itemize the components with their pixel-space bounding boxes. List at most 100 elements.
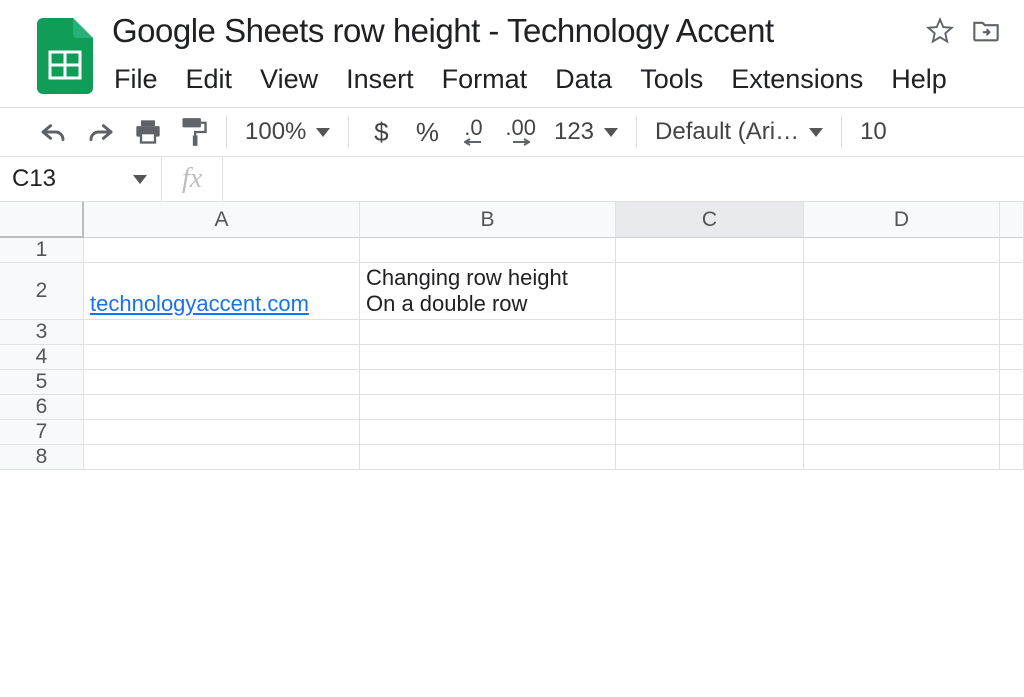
cell-c8[interactable] <box>616 445 804 470</box>
document-title[interactable]: Google Sheets row height - Technology Ac… <box>110 8 776 54</box>
cell-a8[interactable] <box>84 445 360 470</box>
cell-e1[interactable] <box>1000 238 1024 263</box>
font-size-input[interactable]: 10 <box>860 118 887 146</box>
cell-b7[interactable] <box>360 420 616 445</box>
cell-a5[interactable] <box>84 370 360 395</box>
more-formats-dropdown[interactable]: 123 <box>554 118 618 146</box>
menu-extensions[interactable]: Extensions <box>731 64 863 95</box>
redo-button[interactable] <box>86 116 116 148</box>
format-percent-button[interactable]: % <box>413 116 441 148</box>
cell-a4[interactable] <box>84 345 360 370</box>
row-head-5[interactable]: 5 <box>0 370 84 395</box>
col-head-c[interactable]: C <box>616 202 804 238</box>
undo-button[interactable] <box>38 116 68 148</box>
cell-c2[interactable] <box>616 263 804 320</box>
cell-b2[interactable]: Changing row height On a double row <box>360 263 616 320</box>
name-box[interactable]: C13 <box>0 157 162 201</box>
menu-insert[interactable]: Insert <box>346 64 414 95</box>
cell-c6[interactable] <box>616 395 804 420</box>
cell-d5[interactable] <box>804 370 1000 395</box>
cell-e7[interactable] <box>1000 420 1024 445</box>
menu-help[interactable]: Help <box>891 64 947 95</box>
row-head-2[interactable]: 2 <box>0 263 84 320</box>
link[interactable]: technologyaccent.com <box>90 291 309 317</box>
col-head-a[interactable]: A <box>84 202 360 238</box>
cell-b8[interactable] <box>360 445 616 470</box>
cell-e2[interactable] <box>1000 263 1024 320</box>
cell-b5[interactable] <box>360 370 616 395</box>
cell-c1[interactable] <box>616 238 804 263</box>
cell-c4[interactable] <box>616 345 804 370</box>
undo-icon <box>38 120 68 144</box>
header: Google Sheets row height - Technology Ac… <box>0 0 1024 107</box>
formula-input[interactable] <box>223 157 1024 201</box>
sheets-icon <box>37 18 93 94</box>
menu-format[interactable]: Format <box>442 64 528 95</box>
cell-c7[interactable] <box>616 420 804 445</box>
font-family-dropdown[interactable]: Default (Ari… <box>655 118 823 146</box>
chevron-down-icon <box>316 128 330 137</box>
row-head-7[interactable]: 7 <box>0 420 84 445</box>
arrow-right-icon <box>512 138 530 146</box>
cell-a1[interactable] <box>84 238 360 263</box>
decrease-decimal-button[interactable]: .0 <box>459 116 487 148</box>
chevron-down-icon <box>133 175 147 184</box>
cell-b1[interactable] <box>360 238 616 263</box>
toolbar: 100% $ % .0 .00 123 Default (Ari… 10 <box>0 108 1024 156</box>
col-head-e[interactable] <box>1000 202 1024 238</box>
increase-decimal-button[interactable]: .00 <box>505 116 536 148</box>
cell-d3[interactable] <box>804 320 1000 345</box>
zoom-value: 100% <box>245 118 306 146</box>
cell-e6[interactable] <box>1000 395 1024 420</box>
cell-d2[interactable] <box>804 263 1000 320</box>
cell-c3[interactable] <box>616 320 804 345</box>
print-icon <box>134 119 162 145</box>
cell-d4[interactable] <box>804 345 1000 370</box>
cell-b3[interactable] <box>360 320 616 345</box>
cell-d6[interactable] <box>804 395 1000 420</box>
chevron-down-icon <box>809 128 823 137</box>
cell-e4[interactable] <box>1000 345 1024 370</box>
cell-c5[interactable] <box>616 370 804 395</box>
row-head-3[interactable]: 3 <box>0 320 84 345</box>
app-logo[interactable] <box>20 8 110 94</box>
formula-bar: C13 fx <box>0 156 1024 202</box>
format-currency-button[interactable]: $ <box>367 116 395 148</box>
cell-e8[interactable] <box>1000 445 1024 470</box>
zoom-dropdown[interactable]: 100% <box>245 118 330 146</box>
col-head-b[interactable]: B <box>360 202 616 238</box>
menu-view[interactable]: View <box>260 64 318 95</box>
row-head-1[interactable]: 1 <box>0 238 84 263</box>
menu-tools[interactable]: Tools <box>640 64 703 95</box>
menu-bar: File Edit View Insert Format Data Tools … <box>110 54 1004 103</box>
name-box-value: C13 <box>12 165 56 193</box>
menu-file[interactable]: File <box>114 64 158 95</box>
cell-d8[interactable] <box>804 445 1000 470</box>
row-head-6[interactable]: 6 <box>0 395 84 420</box>
cell-b6[interactable] <box>360 395 616 420</box>
cell-a7[interactable] <box>84 420 360 445</box>
paint-roller-icon <box>181 117 207 147</box>
star-icon[interactable] <box>926 17 954 45</box>
cell-a3[interactable] <box>84 320 360 345</box>
arrow-left-icon <box>464 138 482 146</box>
row-head-4[interactable]: 4 <box>0 345 84 370</box>
cell-b4[interactable] <box>360 345 616 370</box>
paint-format-button[interactable] <box>180 116 208 148</box>
chevron-down-icon <box>604 128 618 137</box>
move-to-folder-icon[interactable] <box>972 17 1000 45</box>
row-head-8[interactable]: 8 <box>0 445 84 470</box>
select-all-corner[interactable] <box>0 202 84 238</box>
col-head-d[interactable]: D <box>804 202 1000 238</box>
cell-a2[interactable]: technologyaccent.com <box>84 263 360 320</box>
print-button[interactable] <box>134 116 162 148</box>
menu-edit[interactable]: Edit <box>186 64 233 95</box>
fx-icon: fx <box>162 157 223 201</box>
cell-e5[interactable] <box>1000 370 1024 395</box>
menu-data[interactable]: Data <box>555 64 612 95</box>
cell-d1[interactable] <box>804 238 1000 263</box>
cell-a6[interactable] <box>84 395 360 420</box>
cell-e3[interactable] <box>1000 320 1024 345</box>
cell-d7[interactable] <box>804 420 1000 445</box>
redo-icon <box>86 120 116 144</box>
